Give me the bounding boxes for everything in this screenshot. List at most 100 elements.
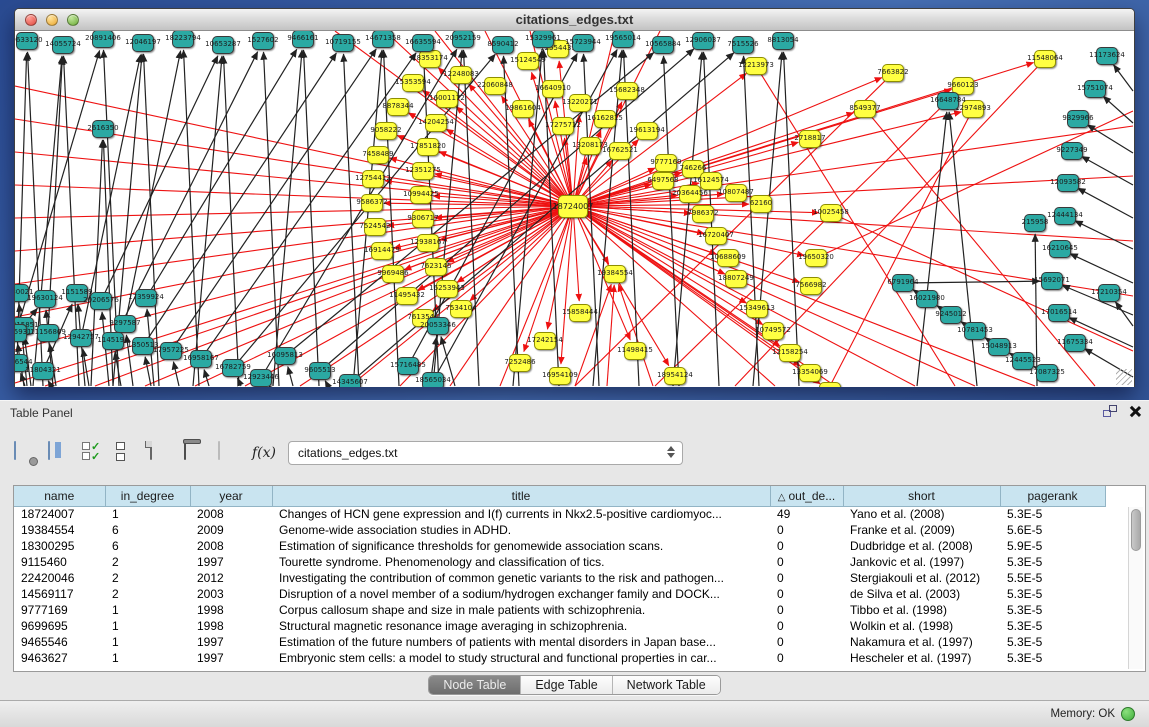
network-node[interactable]: 3915931 <box>15 324 27 342</box>
tab-edge-table[interactable]: Edge Table <box>521 676 612 694</box>
network-node[interactable]: 1145194 <box>102 332 124 350</box>
network-node[interactable]: 15349613 <box>746 300 768 318</box>
column-header-out-de-[interactable]: △out_de... <box>770 486 843 506</box>
network-node[interactable]: 7515526 <box>732 36 754 54</box>
network-node[interactable]: 9969486 <box>382 265 404 283</box>
network-node[interactable]: 15329961 <box>532 31 554 48</box>
network-node[interactable]: 7252486 <box>509 354 531 372</box>
network-node[interactable]: 17275712 <box>552 117 574 135</box>
network-node[interactable]: 17242154 <box>534 332 556 350</box>
network-node[interactable]: 9633120 <box>16 32 38 50</box>
network-node[interactable]: 9586372 <box>361 194 383 212</box>
network-node[interactable]: 9605513 <box>309 362 331 380</box>
network-node[interactable]: 8590412 <box>492 36 514 54</box>
tab-node-table[interactable]: Node Table <box>429 676 521 694</box>
network-node[interactable]: 11173624 <box>1096 47 1118 65</box>
table-row[interactable]: 1830029562008Estimation of significance … <box>14 538 1105 554</box>
table-row[interactable]: 946554611997Estimation of the future num… <box>14 634 1105 650</box>
network-node[interactable]: 10025458 <box>820 204 842 222</box>
network-node[interactable]: 11495432 <box>396 287 418 305</box>
network-node[interactable]: 13354069 <box>799 364 821 382</box>
network-node[interactable]: 1350513 <box>132 337 154 355</box>
create-column-button[interactable] <box>150 442 172 464</box>
network-node[interactable]: 12248083 <box>450 66 472 84</box>
network-node[interactable]: 17087325 <box>1036 364 1058 382</box>
network-node[interactable]: 7458489 <box>367 146 389 164</box>
network-node[interactable]: 10749572 <box>762 322 784 340</box>
network-node[interactable]: 12754412 <box>362 170 384 188</box>
network-node[interactable]: 2718817 <box>799 130 821 148</box>
function-builder-button[interactable]: f(x) <box>252 445 276 461</box>
table-scrollbar[interactable] <box>1128 507 1143 669</box>
table-scrollbar-thumb[interactable] <box>1131 509 1141 551</box>
network-node[interactable]: 8549377 <box>854 100 876 118</box>
network-node[interactable]: 15682348 <box>616 82 638 100</box>
network-node[interactable]: 15692071 <box>1041 272 1063 290</box>
network-node[interactable]: 12938167 <box>417 234 439 252</box>
table-row[interactable]: 1872400712008Changes of HCN gene express… <box>14 506 1105 522</box>
network-node[interactable]: 14204254 <box>425 114 447 132</box>
network-node[interactable]: 16635594 <box>412 34 434 52</box>
network-node[interactable]: 9227349 <box>1061 142 1083 160</box>
network-node[interactable]: 12351275 <box>412 162 434 180</box>
column-header-title[interactable]: title <box>272 486 770 506</box>
network-node[interactable]: 16253943 <box>436 280 458 298</box>
network-node[interactable]: 20206576 <box>90 292 112 310</box>
network-node[interactable]: 16021980 <box>916 290 938 308</box>
network-node[interactable]: 14055724 <box>52 36 74 54</box>
table-settings-button[interactable] <box>14 442 36 464</box>
network-node[interactable]: 16958167 <box>190 350 212 368</box>
network-node[interactable]: 19861604 <box>512 100 534 118</box>
network-node[interactable]: 16001172 <box>436 90 458 108</box>
network-node[interactable]: 14345607 <box>339 374 361 387</box>
network-node[interactable]: 12942757 <box>70 329 92 347</box>
network-node[interactable]: 7986372 <box>692 205 714 223</box>
network-node[interactable]: 16954109 <box>549 367 571 385</box>
network-node[interactable]: 18807249 <box>725 270 747 288</box>
network-node[interactable]: 18954124 <box>664 367 686 385</box>
network-node[interactable]: 10565884 <box>652 36 674 54</box>
select-visible-columns-button[interactable]: ✓✓ <box>82 442 104 464</box>
network-node[interactable]: 19384554 <box>604 265 626 283</box>
table-row[interactable]: 2242004622012Investigating the contribut… <box>14 570 1105 586</box>
network-node[interactable]: 9329966 <box>1067 110 1089 128</box>
tab-network-table[interactable]: Network Table <box>613 676 720 694</box>
network-node[interactable]: 2616350 <box>92 120 114 138</box>
network-node[interactable]: 15048913 <box>988 338 1010 356</box>
column-header-pagerank[interactable]: pagerank <box>1000 486 1105 506</box>
network-node[interactable]: 16162815 <box>594 110 616 128</box>
network-node[interactable]: 9466161 <box>292 31 314 48</box>
network-node[interactable]: 11156869 <box>37 324 59 342</box>
network-node[interactable]: 13220271 <box>569 94 591 112</box>
network-node[interactable]: 6791964 <box>892 274 914 292</box>
network-node[interactable]: 19630124 <box>34 290 56 308</box>
network-node[interactable]: 17957225 <box>160 342 182 360</box>
network-node[interactable]: 7623145 <box>425 258 447 276</box>
network-node[interactable]: 15858444 <box>569 304 591 322</box>
close-panel-icon[interactable] <box>1129 405 1141 417</box>
network-node[interactable]: 17851820 <box>417 138 439 156</box>
network-node[interactable]: 16762521 <box>609 142 631 160</box>
network-node[interactable]: 10719155 <box>332 34 354 52</box>
network-node[interactable]: 20891406 <box>92 31 114 48</box>
network-node[interactable]: 7663822 <box>882 64 904 82</box>
network-node[interactable]: 1527602 <box>252 32 274 50</box>
network-node[interactable]: 20364456 <box>679 185 701 203</box>
network-node[interactable]: 18223794 <box>172 31 194 48</box>
network-node[interactable]: 16510235 <box>819 382 841 387</box>
network-node[interactable]: 19650320 <box>805 249 827 267</box>
network-node[interactable]: 15751074 <box>1084 80 1106 98</box>
column-header-short[interactable]: short <box>843 486 1000 506</box>
row-list-button[interactable] <box>116 442 138 464</box>
network-node[interactable]: 12093582 <box>1057 174 1079 192</box>
network-node[interactable]: 11804321 <box>32 362 54 380</box>
network-table-select[interactable]: citations_edges.txt <box>288 441 683 465</box>
table-row[interactable]: 911546021997Tourette syndrome. Phenomeno… <box>14 554 1105 570</box>
network-node[interactable]: 16095813 <box>274 347 296 365</box>
table-row[interactable]: 977716911998Corpus callosum shape and si… <box>14 602 1105 618</box>
network-node[interactable]: 18353174 <box>419 50 441 68</box>
network-node[interactable]: 16210645 <box>1049 240 1071 258</box>
network-node[interactable]: 9306717 <box>412 210 434 228</box>
network-node[interactable]: 10781453 <box>964 322 986 340</box>
delete-column-button[interactable] <box>184 442 206 464</box>
